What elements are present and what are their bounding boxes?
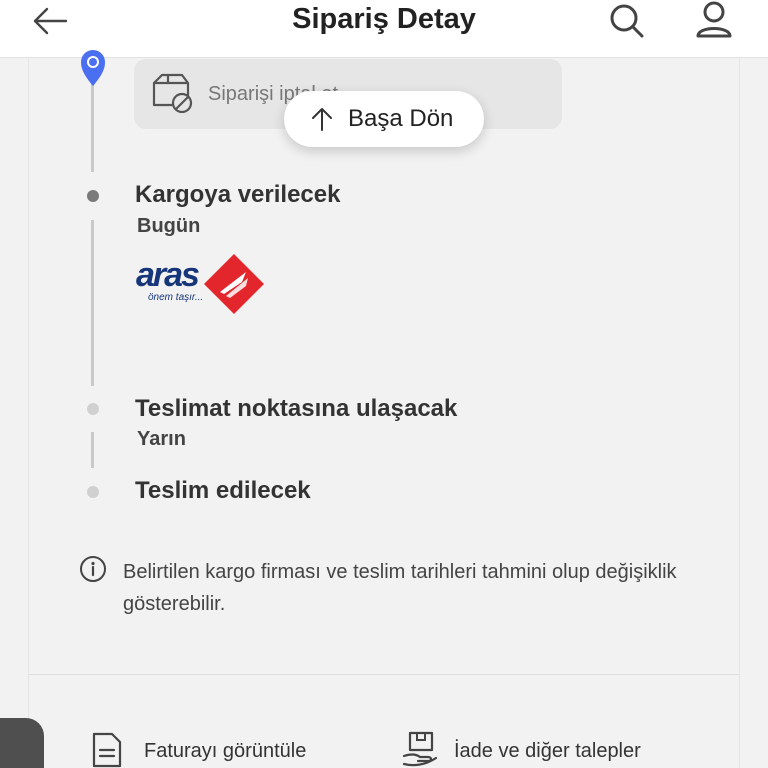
page-title: Sipariş Detay: [292, 3, 476, 35]
scroll-to-top-button[interactable]: Başa Dön: [284, 91, 484, 147]
step-date: Yarın: [137, 428, 186, 450]
return-requests-label: İade ve diğer talepler: [454, 740, 641, 762]
arrow-up-icon: [312, 108, 332, 131]
top-app-bar: Sipariş Detay: [0, 0, 768, 58]
location-pin-icon: [81, 50, 105, 86]
carrier-logo-tagline: önem taşır...: [148, 292, 204, 303]
search-button[interactable]: [608, 2, 646, 40]
step-title: Teslimat noktasına ulaşacak: [135, 395, 458, 422]
delivery-disclaimer: Belirtilen kargo firması ve teslim tarih…: [123, 561, 677, 615]
timeline-dot: [87, 190, 99, 202]
carrier-logo: aras önem taşır...: [134, 250, 266, 316]
aras-diamond-icon: [204, 254, 264, 314]
timeline-line: [91, 74, 94, 172]
package-cancel-icon: [152, 73, 193, 113]
info-icon: [80, 556, 106, 582]
timeline-line: [91, 220, 94, 386]
assistive-touch-handle[interactable]: [0, 718, 44, 768]
step-title: Kargoya verilecek: [135, 181, 341, 208]
user-icon: [696, 1, 732, 38]
step-title: Teslim edilecek: [135, 477, 311, 504]
scroll-to-top-label: Başa Dön: [348, 105, 454, 132]
invoice-document-icon: [92, 732, 122, 768]
timeline-dot: [87, 403, 99, 415]
account-button[interactable]: [694, 0, 734, 40]
timeline-dot: [87, 486, 99, 498]
return-package-icon: [402, 731, 438, 767]
timeline-line: [91, 432, 94, 468]
search-icon: [610, 4, 644, 38]
view-invoice-label: Faturayı görüntüle: [144, 740, 307, 762]
step-date: Bugün: [137, 215, 201, 237]
carrier-logo-wordmark: aras: [136, 256, 200, 294]
